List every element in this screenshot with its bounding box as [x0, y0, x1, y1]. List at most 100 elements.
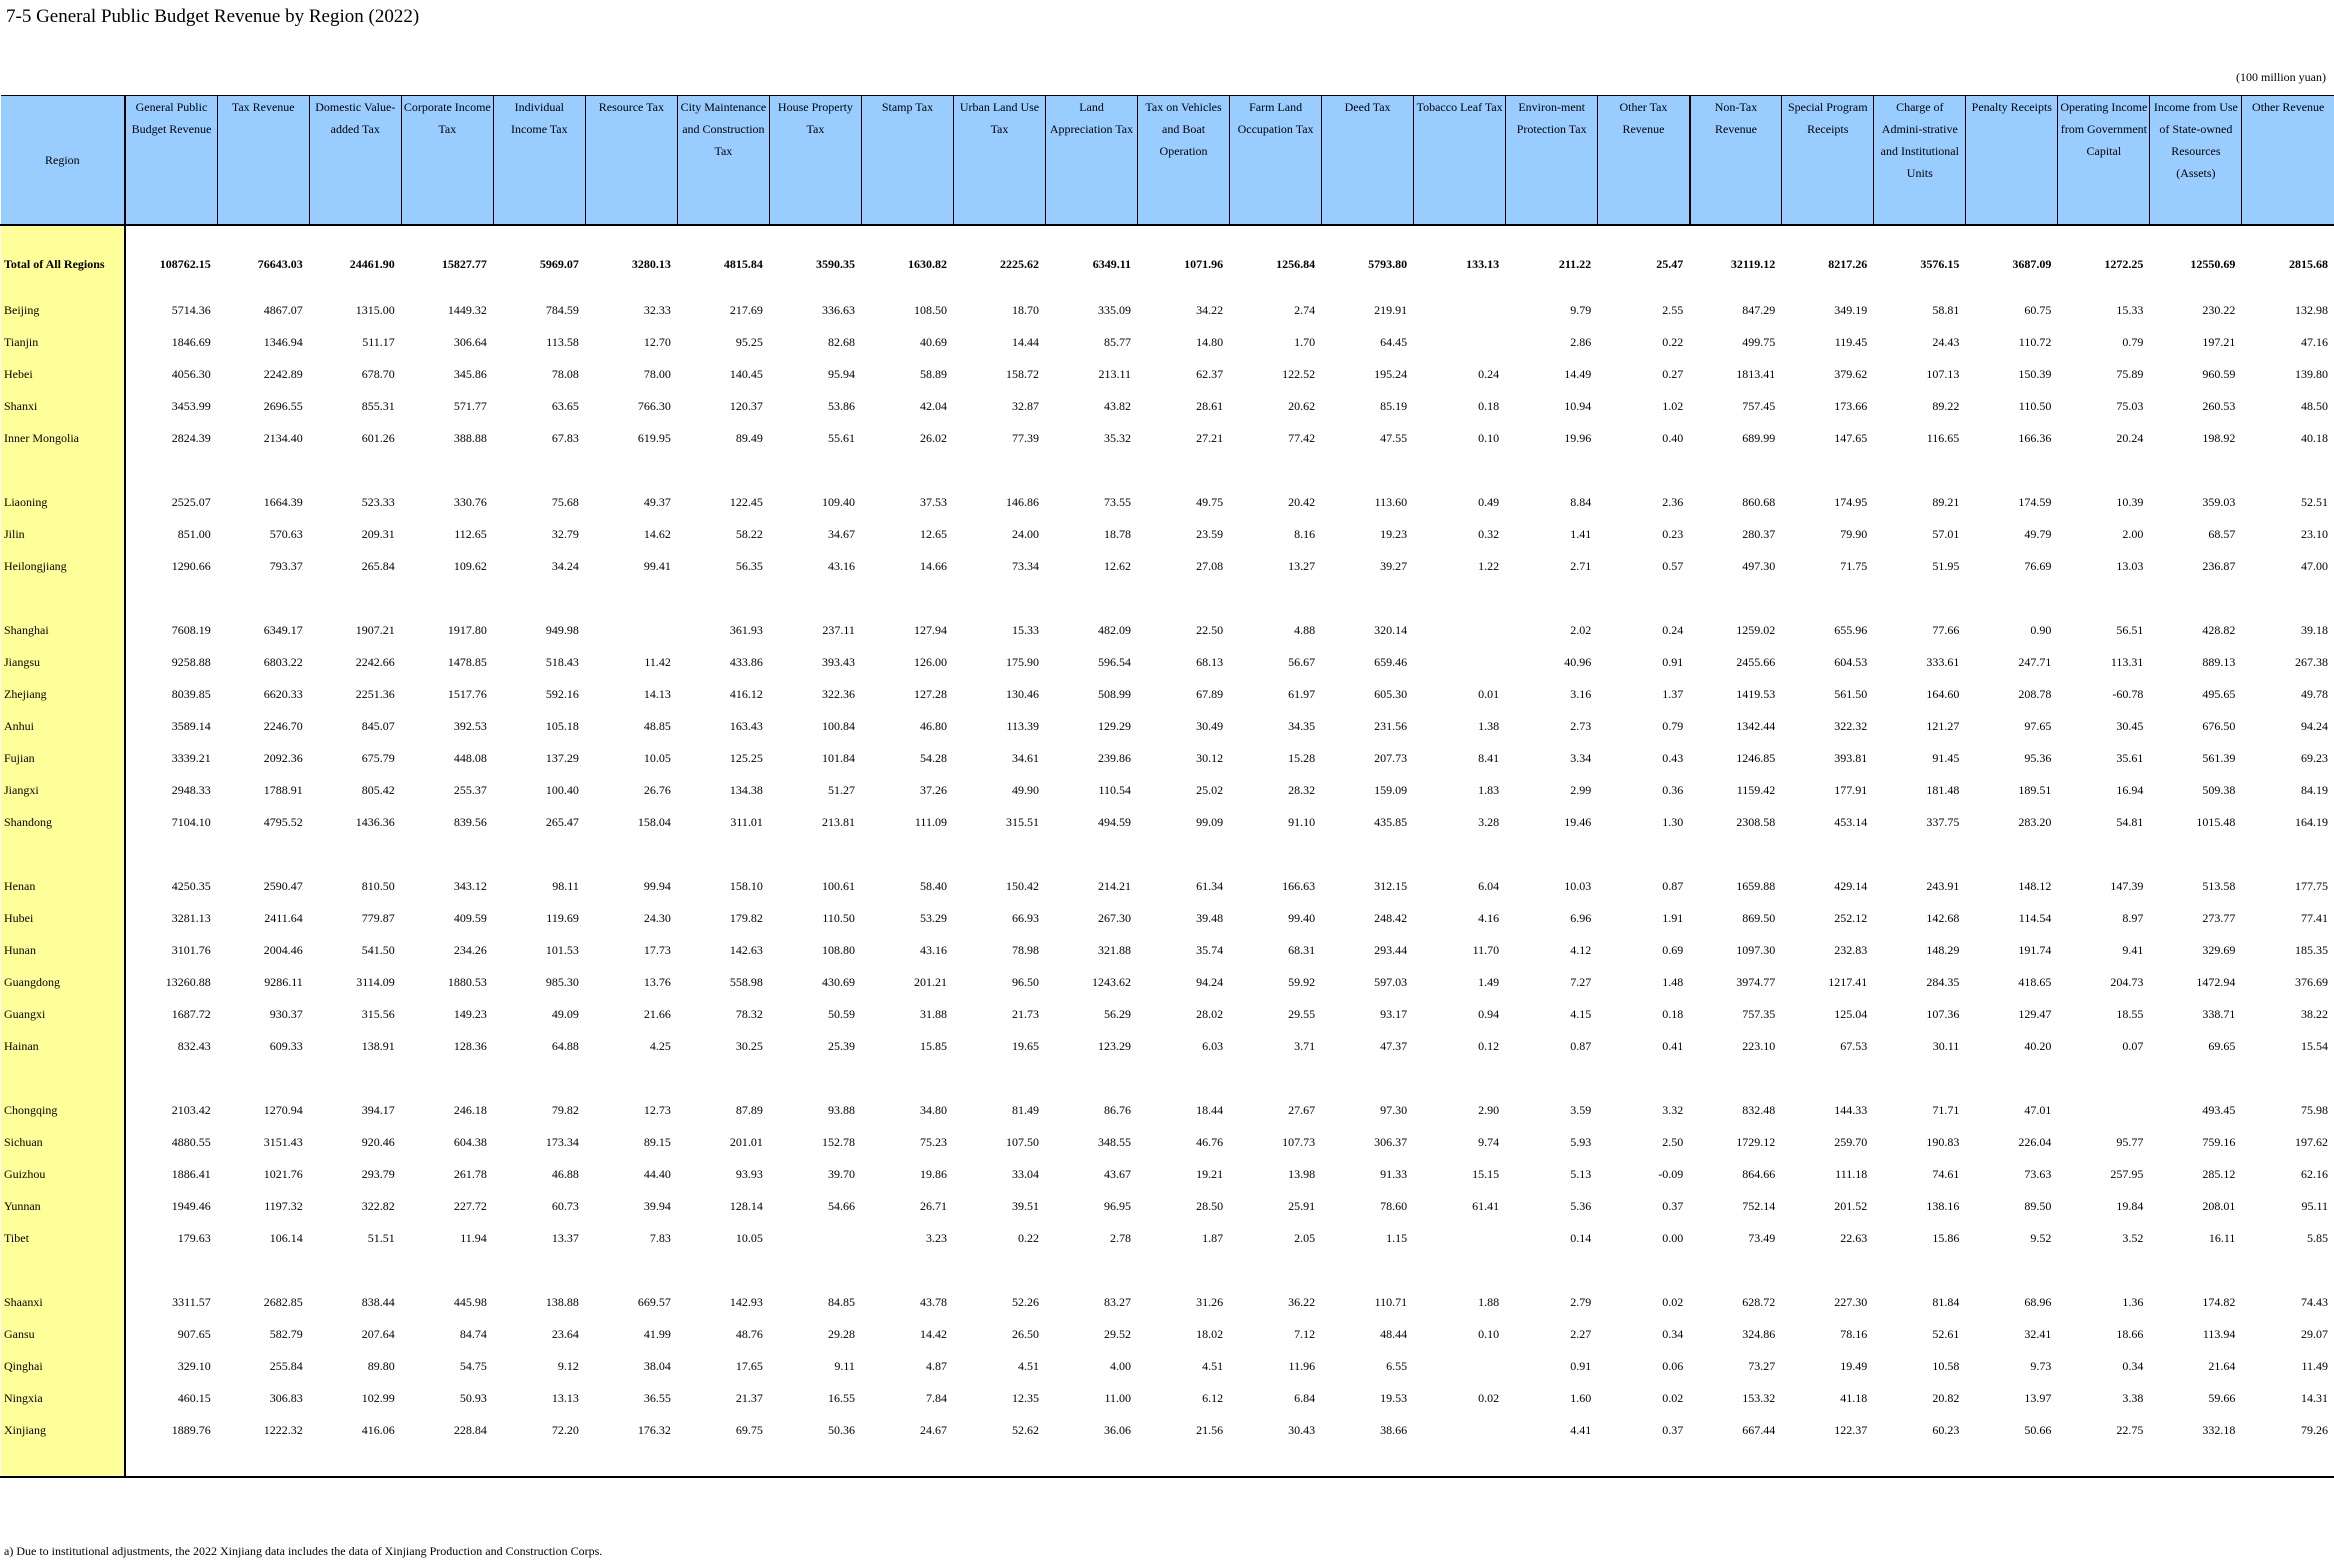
table-cell: 93.88 — [827, 1102, 855, 1117]
table-cell: 2.78 — [1110, 1230, 1132, 1245]
table-cell: 58.81 — [1932, 302, 1960, 317]
table-cell: 110.71 — [1374, 1294, 1408, 1309]
table-cell — [217, 1062, 309, 1094]
table-cell: 338.71 — [2202, 1006, 2236, 1021]
table-cell: 265.84 — [361, 558, 395, 573]
table-row — [0, 838, 2334, 870]
table-cell — [1414, 582, 1506, 614]
table-cell: 68.31 — [1288, 942, 1316, 957]
table-cell: 1159.42 — [1736, 782, 1776, 797]
table-cell: 111.09 — [914, 814, 947, 829]
table-cell: 3576.15 — [1920, 256, 1960, 271]
table-cell: 24.00 — [1012, 526, 1039, 541]
table-cell: 52.26 — [1012, 1294, 1039, 1309]
table-cell: 19.23 — [1380, 526, 1408, 541]
table-cell: 8039.85 — [171, 686, 211, 701]
table-cell: 69.65 — [2208, 1038, 2236, 1053]
table-row: Zhejiang 8039.85 6620.33 2251.36 1517.76 592.… — [0, 678, 2334, 710]
table-cell: 9.52 — [2030, 1230, 2052, 1245]
table-cell: 349.19 — [1834, 302, 1868, 317]
table-cell — [1966, 582, 2058, 614]
table-cell: 3151.43 — [263, 1134, 303, 1149]
region-name: Xinjiang — [0, 1414, 127, 1446]
table-cell: 920.46 — [361, 1134, 395, 1149]
table-cell: 2696.55 — [263, 398, 303, 413]
table-cell: 10.39 — [2116, 494, 2144, 509]
table-cell — [1874, 838, 1966, 870]
table-cell: 1021.76 — [263, 1166, 303, 1181]
table-row — [0, 454, 2334, 486]
table-cell — [309, 838, 401, 870]
table-cell: 4.00 — [1110, 1358, 1132, 1373]
table-cell: 8.84 — [1570, 494, 1592, 509]
table-cell: 1071.96 — [1184, 256, 1224, 271]
table-cell: 25.91 — [1288, 1198, 1316, 1213]
table-cell: 1846.69 — [171, 334, 211, 349]
region-name: Inner Mongolia — [0, 422, 127, 454]
table-cell: 12550.69 — [2190, 256, 2236, 271]
table-cell: 392.53 — [453, 718, 487, 733]
table-cell: 198.92 — [2202, 430, 2236, 445]
table-cell: 759.16 — [2202, 1134, 2236, 1149]
table-cell: 27.21 — [1196, 430, 1224, 445]
column-header: Individual Income Tax — [492, 95, 586, 226]
table-cell: 113.60 — [1374, 494, 1408, 509]
column-header: Land Appreciation Tax — [1044, 95, 1138, 226]
table-cell: 320.14 — [1374, 622, 1408, 637]
table-cell: 659.46 — [1374, 654, 1408, 669]
table-cell: 152.78 — [821, 1134, 855, 1149]
table-cell: 46.76 — [1196, 1134, 1224, 1149]
header-region: Region — [0, 95, 126, 226]
table-cell: 30.12 — [1196, 750, 1224, 765]
table-cell: 766.30 — [637, 398, 671, 413]
table-cell: 58.40 — [919, 878, 947, 893]
table-cell: 99.40 — [1288, 910, 1316, 925]
column-header: City Maintenance and Construction Tax — [676, 95, 770, 226]
table-cell: 0.94 — [1478, 1006, 1500, 1021]
table-cell: 52.62 — [1012, 1422, 1039, 1437]
table-cell: 0.37 — [1662, 1422, 1684, 1437]
table-cell: 12.62 — [1104, 558, 1132, 573]
table-cell: 81.84 — [1932, 1294, 1960, 1309]
table-cell: 0.79 — [1662, 718, 1684, 733]
region-name: Gansu — [0, 1318, 127, 1350]
table-cell — [2058, 1094, 2150, 1126]
table-cell: 30.25 — [735, 1038, 763, 1053]
table-cell: 75.89 — [2116, 366, 2144, 381]
table-cell: 22.63 — [1840, 1230, 1868, 1245]
table-cell — [1690, 454, 1782, 486]
table-cell: 493.45 — [2202, 1102, 2236, 1117]
table-cell — [769, 1446, 862, 1478]
table-row: Heilongjiang 1290.66 793.37 265.84 109.62 34.… — [0, 550, 2334, 582]
table-cell — [125, 454, 217, 486]
table-cell: 83.27 — [1104, 1294, 1132, 1309]
table-cell: 2590.47 — [263, 878, 303, 893]
table-cell: 445.98 — [453, 1294, 487, 1309]
table-cell: 322.36 — [821, 686, 855, 701]
table-cell: 460.15 — [177, 1390, 211, 1405]
table-cell: 108762.15 — [159, 256, 211, 271]
table-cell: 5.36 — [1570, 1198, 1592, 1213]
table-cell: 16.94 — [2116, 782, 2144, 797]
table-cell: 605.30 — [1374, 686, 1408, 701]
table-cell: 53.29 — [919, 910, 947, 925]
table-cell: 123.29 — [1098, 1038, 1132, 1053]
table-cell: 3311.57 — [172, 1294, 211, 1309]
table-cell: 32119.12 — [1730, 256, 1776, 271]
table-cell: 51.27 — [827, 782, 855, 797]
column-header: Income from Use of State-owned Resources… — [2149, 95, 2242, 226]
table-cell: 179.63 — [177, 1230, 211, 1245]
table-cell: 84.19 — [2301, 782, 2328, 797]
table-row: Jiangsu 9258.88 6803.22 2242.66 1478.85 518.4… — [0, 646, 2334, 678]
table-cell: 0.00 — [1662, 1230, 1684, 1245]
table-cell: 66.93 — [1012, 910, 1039, 925]
region-name: Tianjin — [0, 326, 127, 358]
table-row: Hunan 3101.76 2004.46 541.50 234.26 101.53 17.… — [0, 934, 2334, 966]
table-cell — [1230, 582, 1322, 614]
table-cell — [585, 454, 677, 486]
table-cell: 2.50 — [1662, 1134, 1684, 1149]
table-cell: 1246.85 — [1736, 750, 1776, 765]
table-cell: 75.98 — [2301, 1102, 2328, 1117]
table-row: Jiangxi 2948.33 1788.91 805.42 255.37 100.40 2… — [0, 774, 2334, 806]
table-cell: 41.99 — [643, 1326, 671, 1341]
